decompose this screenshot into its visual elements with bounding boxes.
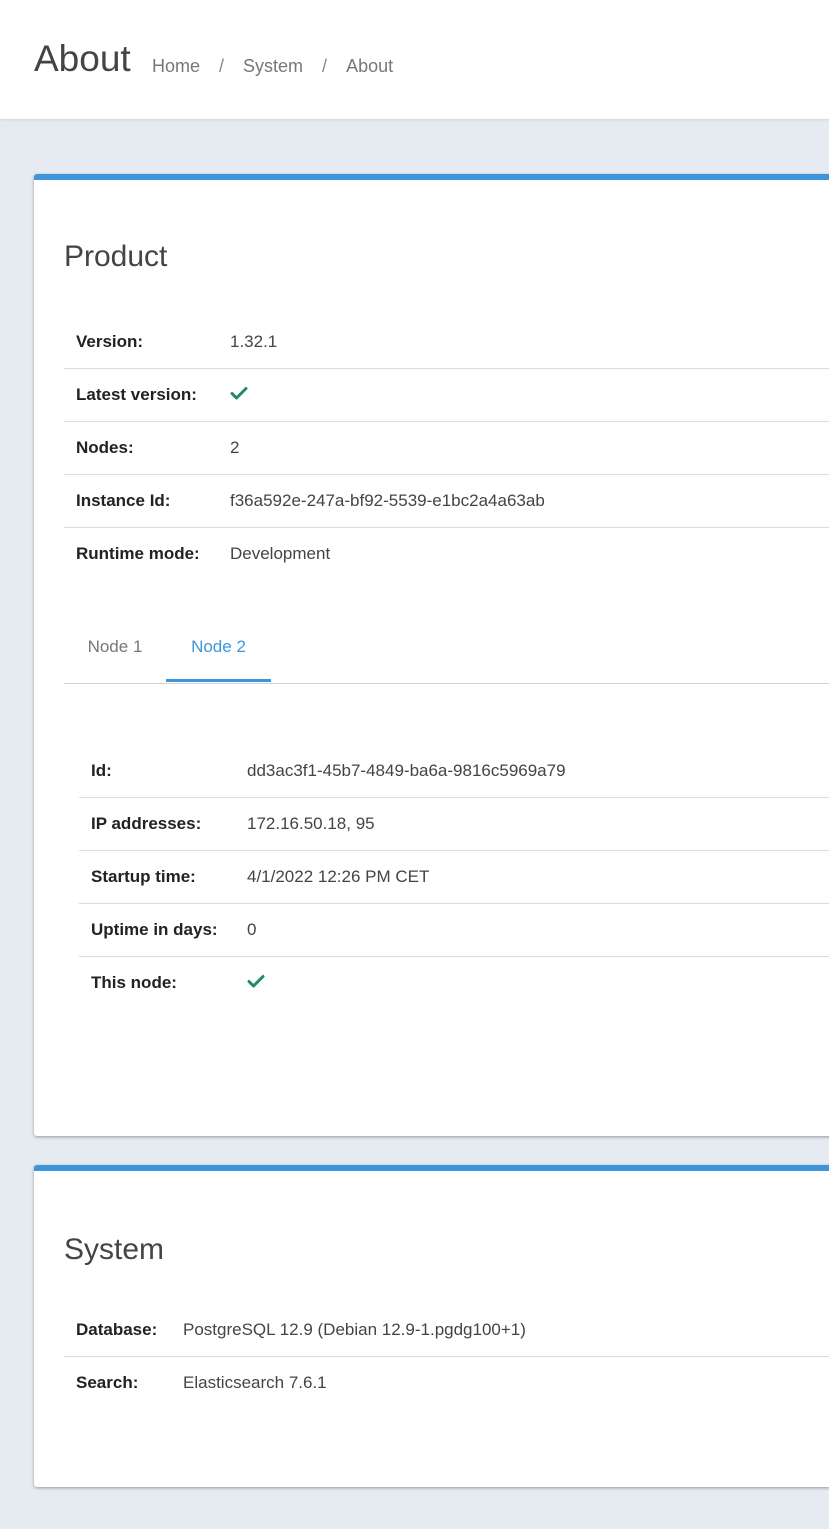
table-row: Instance Id: f36a592e-247a-bf92-5539-e1b…: [64, 474, 829, 528]
breadcrumb-system[interactable]: System: [243, 56, 303, 77]
runtime-mode-label: Runtime mode:: [64, 527, 230, 580]
database-value: PostgreSQL 12.9 (Debian 12.9-1.pgdg100+1…: [183, 1320, 526, 1339]
check-icon: [230, 385, 248, 405]
uptime-label: Uptime in days:: [79, 903, 247, 957]
table-row: Startup time: 4/1/2022 12:26 PM CET: [79, 850, 829, 904]
table-row: Version: 1.32.1: [64, 316, 829, 369]
database-label: Database:: [76, 1320, 158, 1339]
tab-node-1[interactable]: Node 1: [64, 623, 166, 679]
system-info-table: Database: PostgreSQL 12.9 (Debian 12.9-1…: [64, 1304, 829, 1409]
instance-id-label: Instance Id:: [64, 474, 230, 528]
node-id-value: dd3ac3f1-45b7-4849-ba6a-9816c5969a79: [247, 761, 566, 780]
product-title: Product: [64, 240, 168, 273]
breadcrumb-separator: /: [219, 56, 225, 76]
nodes-value: 2: [230, 421, 829, 475]
runtime-mode-value: Development: [230, 527, 829, 580]
table-row: Id: dd3ac3f1-45b7-4849-ba6a-9816c5969a79: [79, 745, 829, 798]
startup-time-label: Startup time:: [79, 850, 247, 904]
search-value: Elasticsearch 7.6.1: [183, 1356, 829, 1409]
instance-id-value: f36a592e-247a-bf92-5539-e1bc2a4a63ab: [230, 474, 829, 528]
product-info-table: Version: 1.32.1 Latest version: Nodes: 2…: [64, 316, 829, 580]
version-value: 1.32.1: [230, 332, 278, 351]
breadcrumb: Home / System / About: [152, 56, 393, 77]
startup-time-value: 4/1/2022 12:26 PM CET: [247, 850, 829, 904]
latest-version-label: Latest version:: [64, 368, 230, 422]
check-icon: [247, 973, 265, 993]
tab-node-2[interactable]: Node 2: [166, 623, 271, 682]
version-label: Version:: [76, 332, 144, 351]
product-card: Product Version: 1.32.1 Latest version: …: [34, 174, 829, 1136]
search-label: Search:: [64, 1356, 183, 1409]
table-row: Uptime in days: 0: [79, 903, 829, 957]
ip-addresses-label: IP addresses:: [79, 797, 247, 851]
this-node-label: This node:: [79, 956, 247, 1009]
node-tabs: Node 1 Node 2: [64, 623, 829, 684]
system-card: System Database: PostgreSQL 12.9 (Debian…: [34, 1165, 829, 1487]
breadcrumb-about: About: [346, 56, 394, 76]
table-row: Database: PostgreSQL 12.9 (Debian 12.9-1…: [64, 1304, 829, 1357]
breadcrumb-home[interactable]: Home: [152, 56, 200, 77]
table-row: This node:: [79, 956, 829, 1009]
table-row: Latest version:: [64, 368, 829, 422]
node-info-table: Id: dd3ac3f1-45b7-4849-ba6a-9816c5969a79…: [79, 745, 829, 1009]
table-row: Search: Elasticsearch 7.6.1: [64, 1356, 829, 1409]
node-id-label: Id:: [91, 761, 112, 780]
nodes-label: Nodes:: [64, 421, 230, 475]
table-row: Nodes: 2: [64, 421, 829, 475]
table-row: IP addresses: 172.16.50.18, 95: [79, 797, 829, 851]
top-header: About Home / System / About: [0, 0, 829, 120]
breadcrumb-separator: /: [322, 56, 328, 76]
ip-addresses-value: 172.16.50.18, 95: [247, 797, 829, 851]
system-title: System: [64, 1233, 165, 1266]
uptime-value: 0: [247, 903, 829, 957]
table-row: Runtime mode: Development: [64, 527, 829, 580]
page-title: About: [34, 38, 131, 79]
